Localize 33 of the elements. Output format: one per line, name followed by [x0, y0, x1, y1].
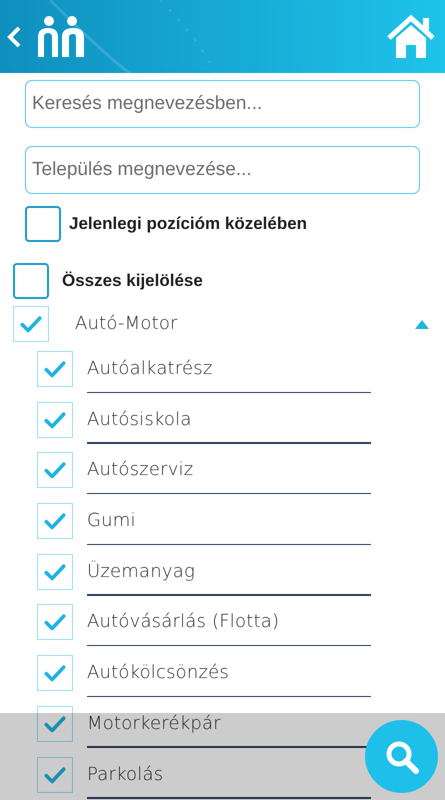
collapse-icon[interactable] — [415, 319, 429, 329]
checkbox[interactable] — [37, 452, 73, 488]
checkbox-label: Autóalkatrész — [87, 357, 213, 381]
home-icon — [385, 14, 437, 60]
back-button[interactable] — [6, 24, 22, 48]
checkbox-label: Parkolás — [87, 762, 164, 786]
checkbox-label: Autóvásárlás (Flotta) — [87, 610, 280, 634]
text-field[interactable]: Keresés megnevezésben... — [25, 80, 420, 128]
checkbox[interactable] — [13, 306, 49, 342]
checkbox[interactable] — [37, 554, 73, 590]
checkbox[interactable] — [37, 402, 73, 438]
checkbox-label: Gumi — [87, 509, 136, 534]
logo-icon — [36, 14, 86, 58]
checkbox-label: Autósiskola — [87, 408, 192, 432]
text-field[interactable]: Település megnevezése... — [25, 146, 420, 194]
checkbox-label: Motorkerékpár — [87, 712, 221, 736]
checkbox-label: Autókölcsönzés — [87, 661, 229, 686]
checkbox[interactable] — [37, 604, 73, 640]
checkbox[interactable] — [37, 655, 73, 692]
checkbox-label: Összes kijelölése — [62, 270, 203, 292]
checkbox[interactable] — [37, 503, 73, 540]
home-button[interactable] — [385, 14, 437, 60]
back-icon — [6, 24, 22, 48]
search-icon — [384, 738, 420, 774]
checkbox-label: Autó-Motor — [75, 312, 178, 336]
checkbox[interactable] — [13, 263, 49, 299]
checkbox[interactable] — [37, 706, 73, 742]
checkbox-label: Üzemanyag — [87, 560, 195, 584]
checkbox-label: Jelenlegi pozícióm közelében — [69, 213, 308, 235]
checkbox[interactable] — [37, 351, 73, 387]
checkbox[interactable] — [37, 756, 73, 792]
checkbox[interactable] — [25, 206, 61, 242]
checkbox-label: Autószerviz — [87, 458, 194, 482]
